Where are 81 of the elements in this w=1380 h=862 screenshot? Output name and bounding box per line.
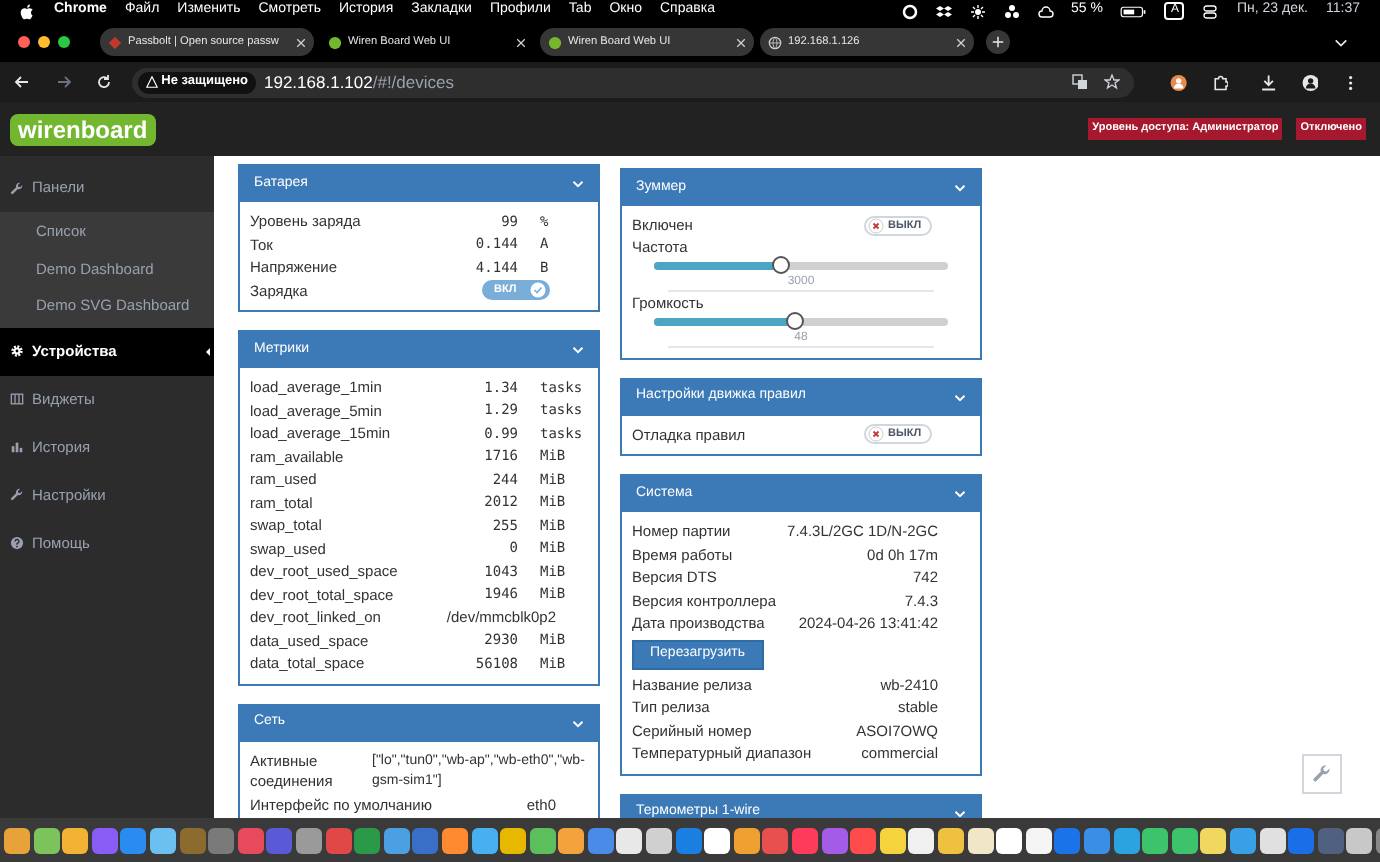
chevron-down-icon <box>954 391 966 403</box>
download-icon <box>1260 73 1278 91</box>
app-icon[interactable] <box>1259 827 1286 853</box>
close-icon <box>956 37 966 47</box>
url-host: 192.168.1.102 <box>264 69 373 95</box>
app-icon[interactable] <box>4 827 30 853</box>
settings-fab[interactable] <box>1302 754 1342 794</box>
slider-track[interactable] <box>654 317 948 325</box>
app-icon[interactable] <box>1200 827 1227 853</box>
cloud-icon <box>1037 3 1053 19</box>
circle-icon <box>548 35 562 49</box>
battery-icon <box>1120 3 1147 19</box>
diamond-icon <box>108 35 122 49</box>
star-icon <box>1104 74 1121 90</box>
help-icon <box>10 536 24 550</box>
app-icon[interactable] <box>646 827 673 853</box>
app-icon[interactable] <box>908 827 935 853</box>
columns-icon <box>10 392 24 406</box>
new-tab-button[interactable] <box>986 30 1010 54</box>
circle-icon <box>328 35 342 49</box>
chevron-down-icon <box>572 178 584 190</box>
bar-chart-icon <box>10 440 24 454</box>
slider-track[interactable] <box>654 261 948 269</box>
reload-button[interactable] <box>94 71 116 93</box>
app-icon[interactable] <box>500 827 527 853</box>
sun-icon <box>969 3 985 19</box>
warning-icon <box>145 76 158 88</box>
chevron-down-icon <box>572 344 584 356</box>
wrench-icon <box>10 488 24 502</box>
check-icon <box>530 282 546 299</box>
back-icon <box>14 74 31 90</box>
app-icon[interactable] <box>1142 827 1169 853</box>
circle-icon <box>901 3 917 19</box>
app-icon[interactable] <box>149 827 176 853</box>
wrench-icon <box>10 181 24 195</box>
app-icon[interactable] <box>996 827 1023 853</box>
chevron-down-icon <box>954 807 966 818</box>
app-icon[interactable] <box>704 827 731 853</box>
app-icon[interactable] <box>938 827 964 853</box>
toggles-icon <box>1202 3 1219 19</box>
close-icon <box>736 37 746 47</box>
app-icon[interactable] <box>471 827 497 853</box>
close-icon <box>868 426 884 443</box>
avatar-icon <box>1169 73 1188 91</box>
url-path: /#!/devices <box>372 69 454 95</box>
app-icon[interactable] <box>1346 827 1373 853</box>
forward-icon <box>55 74 72 90</box>
app-icon[interactable] <box>616 827 643 853</box>
close-icon <box>868 217 884 234</box>
app-icon[interactable] <box>1025 827 1052 853</box>
app-icon[interactable] <box>967 827 994 853</box>
globe-icon <box>768 35 782 49</box>
app-icon[interactable] <box>529 827 556 853</box>
app-icon[interactable] <box>33 827 60 853</box>
close-icon <box>296 37 306 47</box>
translate-icon <box>1072 74 1089 90</box>
back-button[interactable] <box>12 71 34 93</box>
app-icon[interactable] <box>558 827 585 853</box>
puzzle-icon <box>1211 73 1229 91</box>
app-icon[interactable] <box>441 827 468 853</box>
slider-thumb[interactable] <box>771 255 790 273</box>
app-icon[interactable] <box>1171 827 1198 853</box>
apple-icon <box>20 3 36 19</box>
box-icon <box>935 3 951 19</box>
chevron-down-icon <box>572 717 584 729</box>
plus-icon <box>992 36 1004 48</box>
chevron-down-icon <box>954 182 966 194</box>
pointer-icon <box>206 345 214 357</box>
reload-icon <box>96 74 113 90</box>
chevron-down-icon <box>1334 35 1348 49</box>
app-icon[interactable] <box>879 827 906 853</box>
close-icon <box>516 37 526 47</box>
forward-button[interactable] <box>53 71 75 93</box>
app-icon[interactable] <box>733 827 760 853</box>
wrench-icon <box>1312 764 1332 784</box>
dots-icon <box>1003 3 1019 19</box>
person-icon <box>1301 73 1319 91</box>
gear-icon <box>10 344 24 358</box>
slider-thumb[interactable] <box>786 311 805 329</box>
app-icon[interactable] <box>62 827 89 853</box>
chevron-down-icon <box>954 488 966 500</box>
